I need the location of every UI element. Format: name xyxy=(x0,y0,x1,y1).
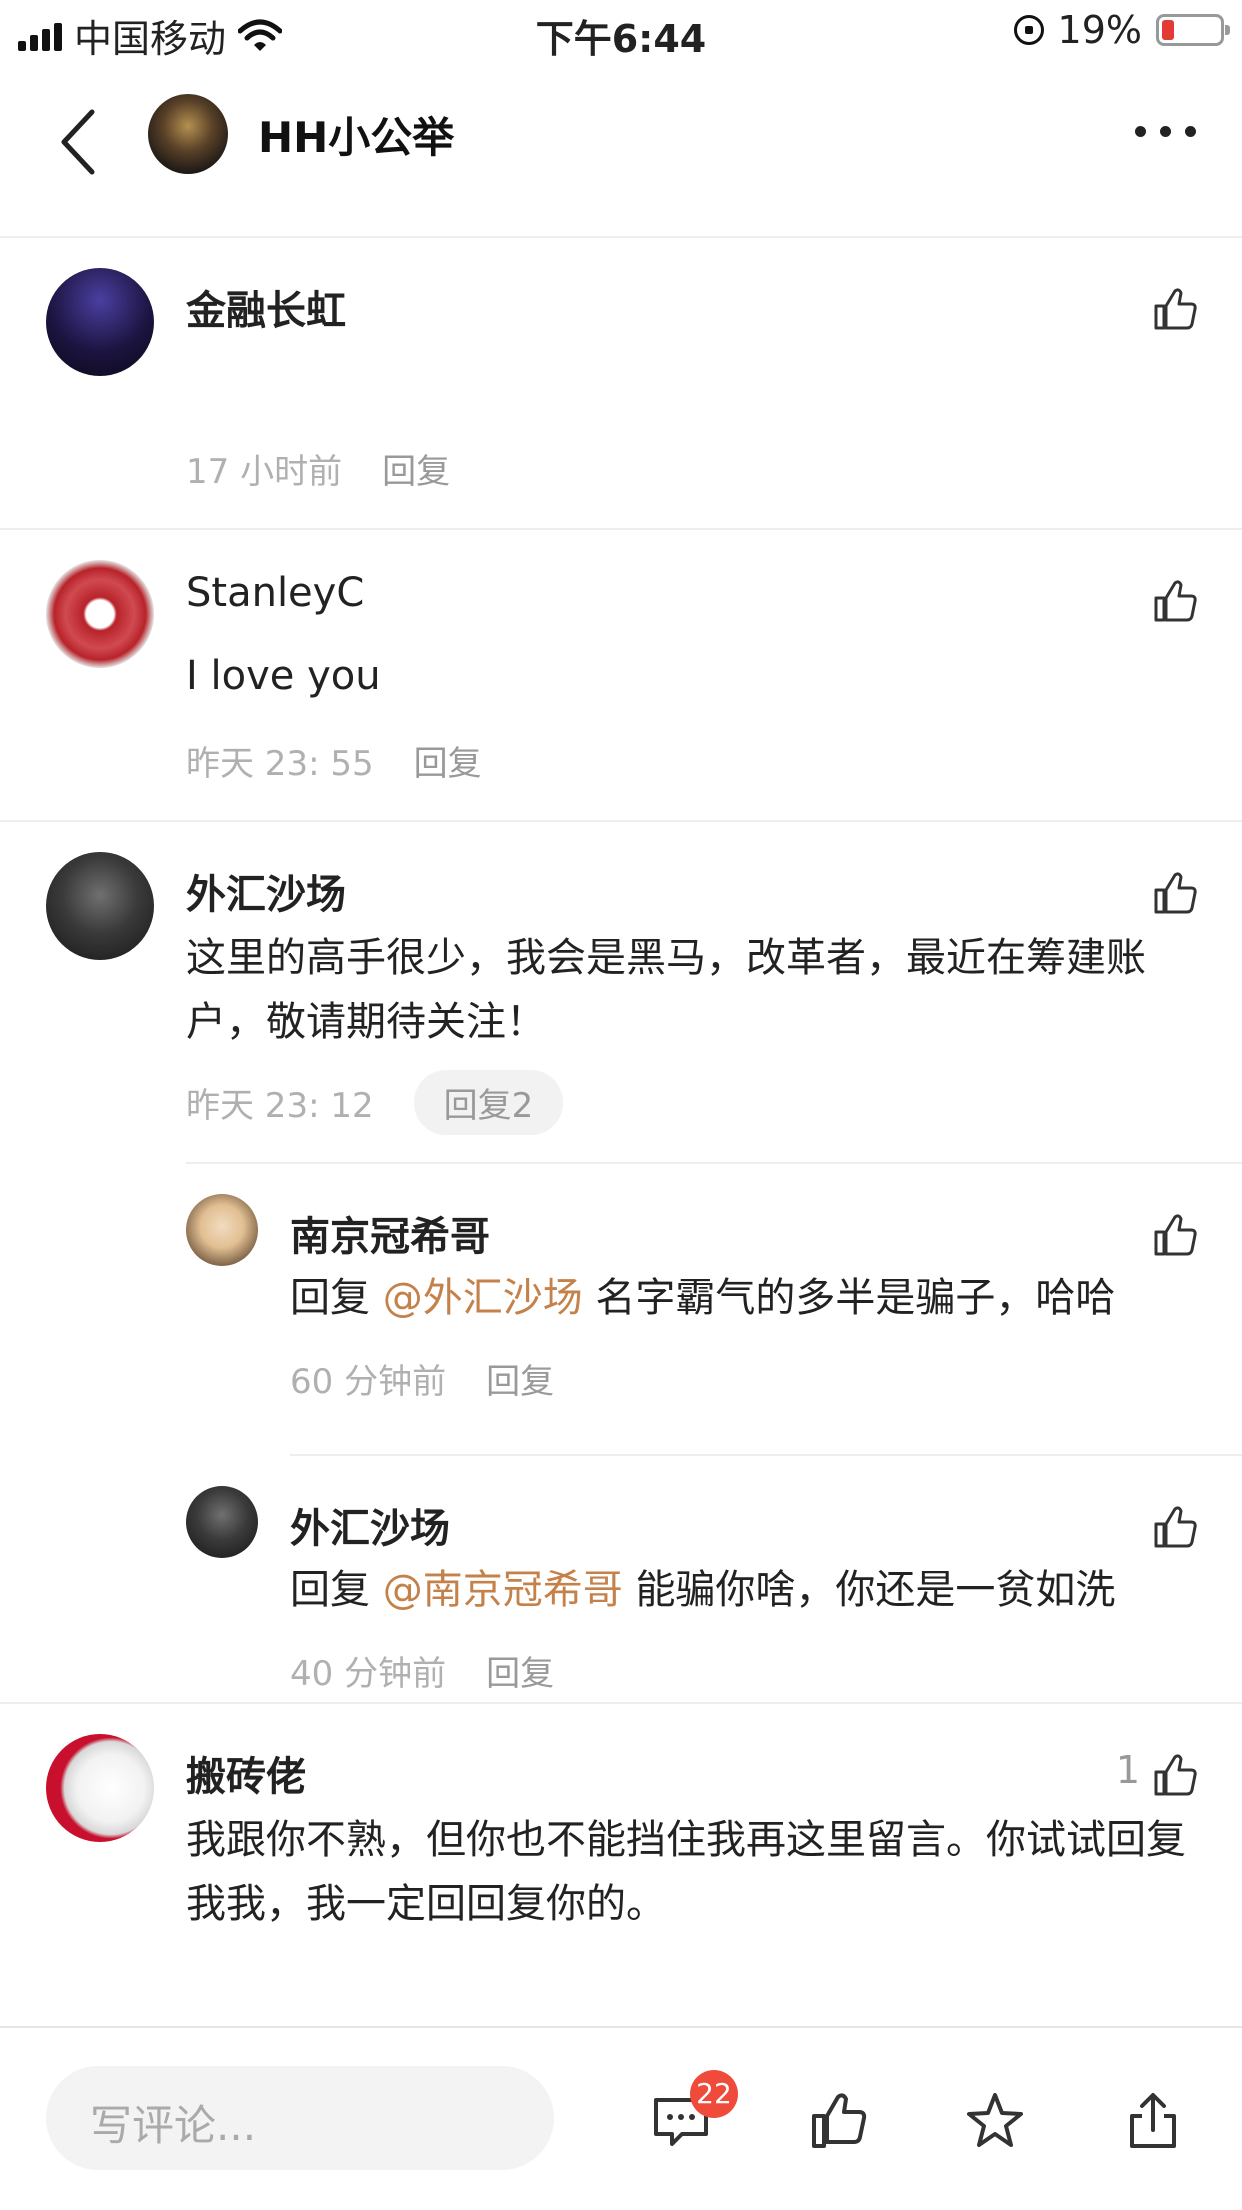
comment-text: 这里的高手很少，我会是黑马，改革者，最近在筹建账户，敬请期待关注！ xyxy=(186,935,1146,1045)
divider xyxy=(290,1454,1242,1456)
avatar[interactable] xyxy=(46,1734,154,1842)
comment-meta: 昨天 23: 55 回复 xyxy=(186,736,482,785)
avatar[interactable] xyxy=(46,852,154,960)
comment-text: 我跟你不熟，但你也不能挡住我再这里留言。你试试回复我我，我一定回回复你的。 xyxy=(186,1817,1186,1927)
comment-meta: 昨天 23: 12 回复2 xyxy=(186,1070,564,1135)
battery-icon xyxy=(1156,14,1230,46)
share-icon[interactable] xyxy=(1122,2090,1184,2152)
like-icon[interactable] xyxy=(1150,1502,1200,1552)
like-icon[interactable] xyxy=(1150,284,1200,334)
page-title: HH小公举 xyxy=(258,113,455,162)
comment-item: 金融长虹 17 小时前 回复 xyxy=(0,238,1242,530)
mention-link[interactable]: @南京冠希哥 xyxy=(383,1567,623,1613)
like-icon[interactable] xyxy=(1150,1750,1200,1800)
reply-button[interactable]: 回复 xyxy=(486,1646,554,1695)
comment-count-badge: 22 xyxy=(690,2070,738,2118)
like-icon[interactable] xyxy=(1150,1210,1200,1260)
reply-author[interactable]: 南京冠希哥 xyxy=(290,1204,490,1262)
comment-meta: 17 小时前 回复 xyxy=(186,444,450,493)
comment-text: I love you xyxy=(186,653,381,699)
orientation-lock-icon xyxy=(1013,15,1044,45)
comment-item: 搬砖佬 1 我跟你不熟，但你也不能挡住我再这里留言。你试试回复我我，我一定回回复… xyxy=(0,1704,1242,2004)
comment-author[interactable]: StanleyC xyxy=(186,570,364,616)
like-count: 1 xyxy=(1115,1748,1140,1792)
comment-time: 昨天 23: 55 xyxy=(186,744,374,784)
replies-button[interactable]: 回复2 xyxy=(413,1070,564,1135)
comment-author[interactable]: 搬砖佬 xyxy=(186,1744,306,1802)
header: HH小公举 xyxy=(0,62,1242,238)
reply-time: 60 分钟前 xyxy=(290,1362,447,1402)
comment-time: 17 小时前 xyxy=(186,452,343,492)
reply-meta: 60 分钟前 回复 xyxy=(290,1354,554,1403)
reply-author[interactable]: 外汇沙场 xyxy=(290,1496,450,1554)
comment-item: StanleyC I love you 昨天 23: 55 回复 xyxy=(0,530,1242,822)
divider xyxy=(186,1162,1242,1164)
reply-button[interactable]: 回复 xyxy=(382,444,450,493)
reply-text: 回复 @外汇沙场 名字霸气的多半是骗子，哈哈 xyxy=(290,1266,1115,1330)
mention-link[interactable]: @外汇沙场 xyxy=(383,1275,583,1321)
bottom-bar: 写评论... 22 xyxy=(0,2026,1242,2210)
comment-input-placeholder: 写评论... xyxy=(90,2101,257,2150)
comment-input[interactable]: 写评论... xyxy=(46,2066,554,2170)
avatar[interactable] xyxy=(186,1194,258,1266)
comment-list: 金融长虹 17 小时前 回复 StanleyC I love you 昨天 23… xyxy=(0,238,1242,2004)
reply-prefix: 回复 xyxy=(290,1275,370,1321)
back-icon[interactable] xyxy=(52,102,108,182)
reply-time: 40 分钟前 xyxy=(290,1654,447,1694)
comment-item: 外汇沙场 这里的高手很少，我会是黑马，改革者，最近在筹建账户，敬请期待关注！ 昨… xyxy=(0,822,1242,1704)
status-bar: 中国移动 下午6:44 19% xyxy=(0,0,1242,62)
reply-button[interactable]: 回复 xyxy=(414,736,482,785)
like-icon[interactable] xyxy=(1150,868,1200,918)
like-icon[interactable] xyxy=(808,2090,870,2152)
author-avatar[interactable] xyxy=(148,94,228,174)
reply-body: 能骗你啥，你还是一贫如洗 xyxy=(635,1567,1116,1613)
avatar[interactable] xyxy=(46,268,154,376)
reply-prefix: 回复 xyxy=(290,1567,370,1613)
reply-button[interactable]: 回复 xyxy=(486,1354,554,1403)
comment-time: 昨天 23: 12 xyxy=(186,1086,374,1126)
avatar[interactable] xyxy=(46,560,154,668)
comment-author[interactable]: 外汇沙场 xyxy=(186,862,346,920)
avatar[interactable] xyxy=(186,1486,258,1558)
reply-text: 回复 @南京冠希哥 能骗你啥，你还是一贫如洗 xyxy=(290,1558,1115,1622)
reply-body: 名字霸气的多半是骗子，哈哈 xyxy=(595,1275,1116,1321)
battery-percent: 19% xyxy=(1057,8,1142,52)
reply-meta: 40 分钟前 回复 xyxy=(290,1646,554,1695)
like-icon[interactable] xyxy=(1150,576,1200,626)
star-icon[interactable] xyxy=(964,2090,1026,2152)
more-icon[interactable] xyxy=(1135,126,1196,137)
comment-author[interactable]: 金融长虹 xyxy=(186,278,346,336)
